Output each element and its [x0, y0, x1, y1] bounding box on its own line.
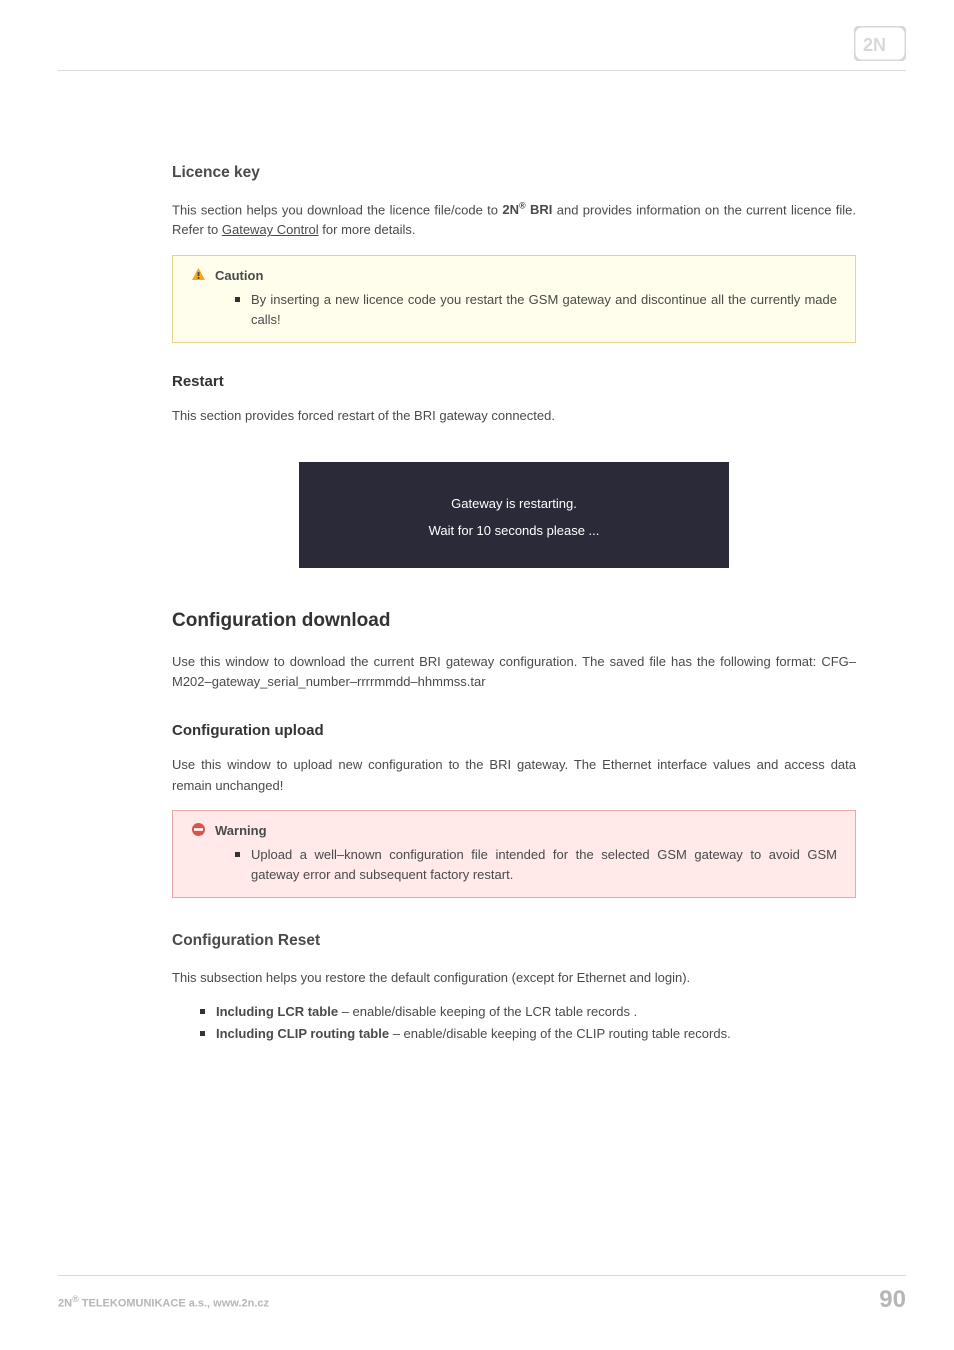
- heading-licence-key: Licence key: [172, 164, 856, 182]
- restart-paragraph: This section provides forced restart of …: [172, 406, 856, 426]
- heading-config-reset: Configuration Reset: [172, 932, 856, 950]
- restart-status-panel: Gateway is restarting. Wait for 10 secon…: [299, 462, 729, 568]
- svg-text:2N: 2N: [863, 35, 886, 55]
- config-reset-paragraph: This subsection helps you restore the de…: [172, 968, 856, 988]
- list-item: Including CLIP routing table – enable/di…: [216, 1024, 856, 1044]
- warning-heading: Warning: [215, 821, 841, 841]
- list-item: Including LCR table – enable/disable kee…: [216, 1002, 856, 1022]
- warning-icon: [191, 267, 206, 282]
- caution-callout: Caution By inserting a new licence code …: [172, 255, 856, 343]
- restart-status-line2: Wait for 10 seconds please ...: [309, 523, 719, 538]
- caution-item: By inserting a new licence code you rest…: [251, 290, 841, 330]
- restart-status-line1: Gateway is restarting.: [309, 496, 719, 511]
- page-footer: 2N® TELEKOMUNIKACE a.s., www.2n.cz 90: [58, 1275, 906, 1314]
- warning-callout: Warning Upload a well–known configuratio…: [172, 810, 856, 898]
- page-number: 90: [879, 1286, 906, 1314]
- caution-heading: Caution: [215, 266, 841, 286]
- warning-item: Upload a well–known configuration file i…: [251, 845, 841, 885]
- heading-restart: Restart: [172, 373, 856, 390]
- config-download-paragraph: Use this window to download the current …: [172, 652, 856, 692]
- header-rule: [58, 70, 906, 71]
- no-entry-icon: [191, 822, 206, 837]
- licence-key-paragraph: This section helps you download the lice…: [172, 200, 856, 241]
- heading-config-upload: Configuration upload: [172, 722, 856, 739]
- brand-logo: 2N: [854, 26, 906, 61]
- config-upload-paragraph: Use this window to upload new configurat…: [172, 755, 856, 795]
- heading-config-download: Configuration download: [172, 610, 856, 632]
